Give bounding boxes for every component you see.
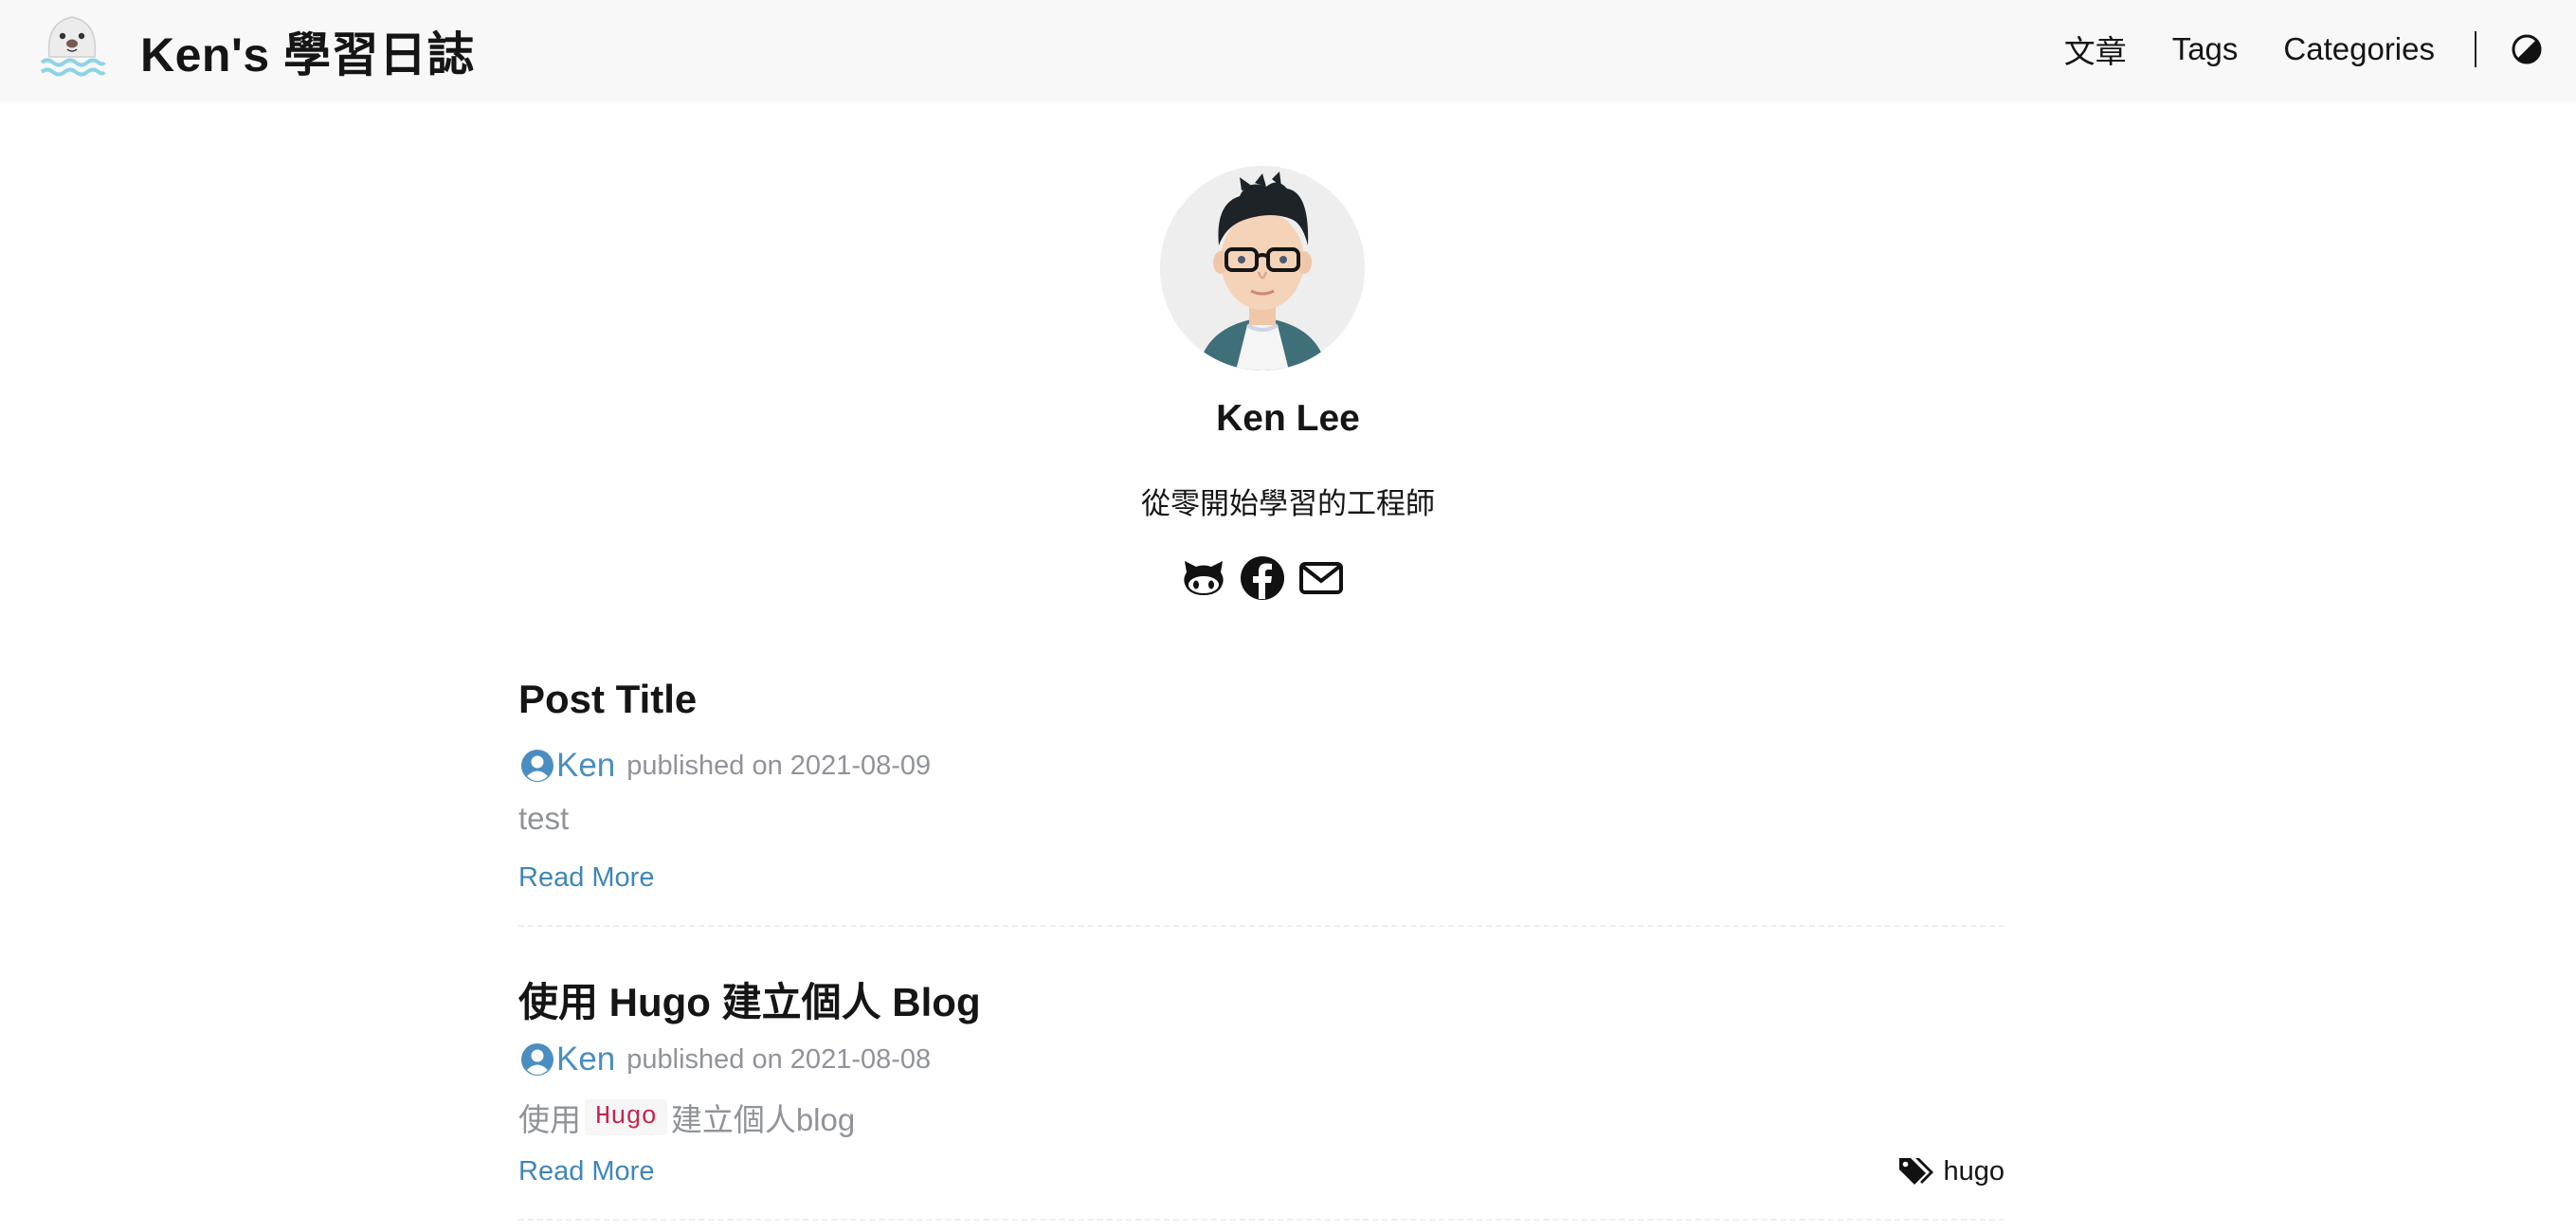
nav-divider <box>2475 31 2476 67</box>
profile-name: Ken Lee <box>1216 398 1360 439</box>
contrast-icon[interactable] <box>2511 33 2543 65</box>
post-date: published on 2021-08-08 <box>626 1043 932 1075</box>
tag-link-hugo[interactable]: hugo <box>1943 1156 2005 1187</box>
post-author[interactable]: Ken <box>556 747 615 785</box>
facebook-link[interactable] <box>1240 555 1285 601</box>
user-circle-icon <box>521 1043 553 1076</box>
read-more-link[interactable]: Read More <box>518 862 654 894</box>
tags-icon <box>1899 1158 1934 1185</box>
post-item: 使用 Hugo 建立個人 Blog Ken published on 2021-… <box>518 967 2005 1221</box>
post-divider <box>518 925 2005 927</box>
facebook-icon <box>1241 556 1284 600</box>
post-date: published on 2021-08-09 <box>626 750 932 781</box>
post-summary-text: 建立個人blog <box>670 1102 856 1137</box>
user-circle-icon <box>521 750 553 782</box>
social-links <box>1181 555 1344 601</box>
site-header: Ken's 學習日誌 文章 Tags Categories <box>0 0 2576 102</box>
main-nav: 文章 Tags Categories <box>2064 0 2576 99</box>
post-author[interactable]: Ken <box>556 1041 615 1078</box>
avatar <box>1160 166 1365 371</box>
post-title[interactable]: Post Title <box>518 677 697 722</box>
seal-logo-icon[interactable] <box>36 6 108 78</box>
post-item: Post Title Ken published on 2021-08-09 t… <box>518 673 2005 927</box>
post-summary-text: 使用 <box>518 1102 581 1137</box>
site-title[interactable]: Ken's 學習日誌 <box>140 17 475 85</box>
post-title[interactable]: 使用 Hugo 建立個人 Blog <box>518 970 981 1028</box>
github-link[interactable] <box>1181 555 1226 601</box>
nav-item-posts[interactable]: 文章 <box>2064 27 2127 72</box>
read-more-link[interactable]: Read More <box>518 1156 654 1187</box>
nav-item-tags[interactable]: Tags <box>2172 31 2239 67</box>
nav-item-categories[interactable]: Categories <box>2283 31 2435 67</box>
post-meta: Ken published on 2021-08-09 <box>520 747 931 785</box>
post-summary: test <box>518 801 569 837</box>
inline-code: Hugo <box>585 1099 667 1135</box>
post-summary: 使用 Hugo 建立個人blog <box>518 1095 855 1140</box>
github-icon <box>1184 561 1224 595</box>
email-link[interactable] <box>1298 555 1344 601</box>
profile-subtitle: 從零開始學習的工程師 <box>1141 487 1435 520</box>
post-divider <box>518 1219 2005 1221</box>
avatar-illustration <box>1160 166 1365 371</box>
email-icon <box>1299 562 1343 594</box>
post-meta: Ken published on 2021-08-08 <box>520 1041 931 1078</box>
post-summary-text: test <box>518 801 570 836</box>
post-tags: hugo <box>1897 1154 2005 1188</box>
